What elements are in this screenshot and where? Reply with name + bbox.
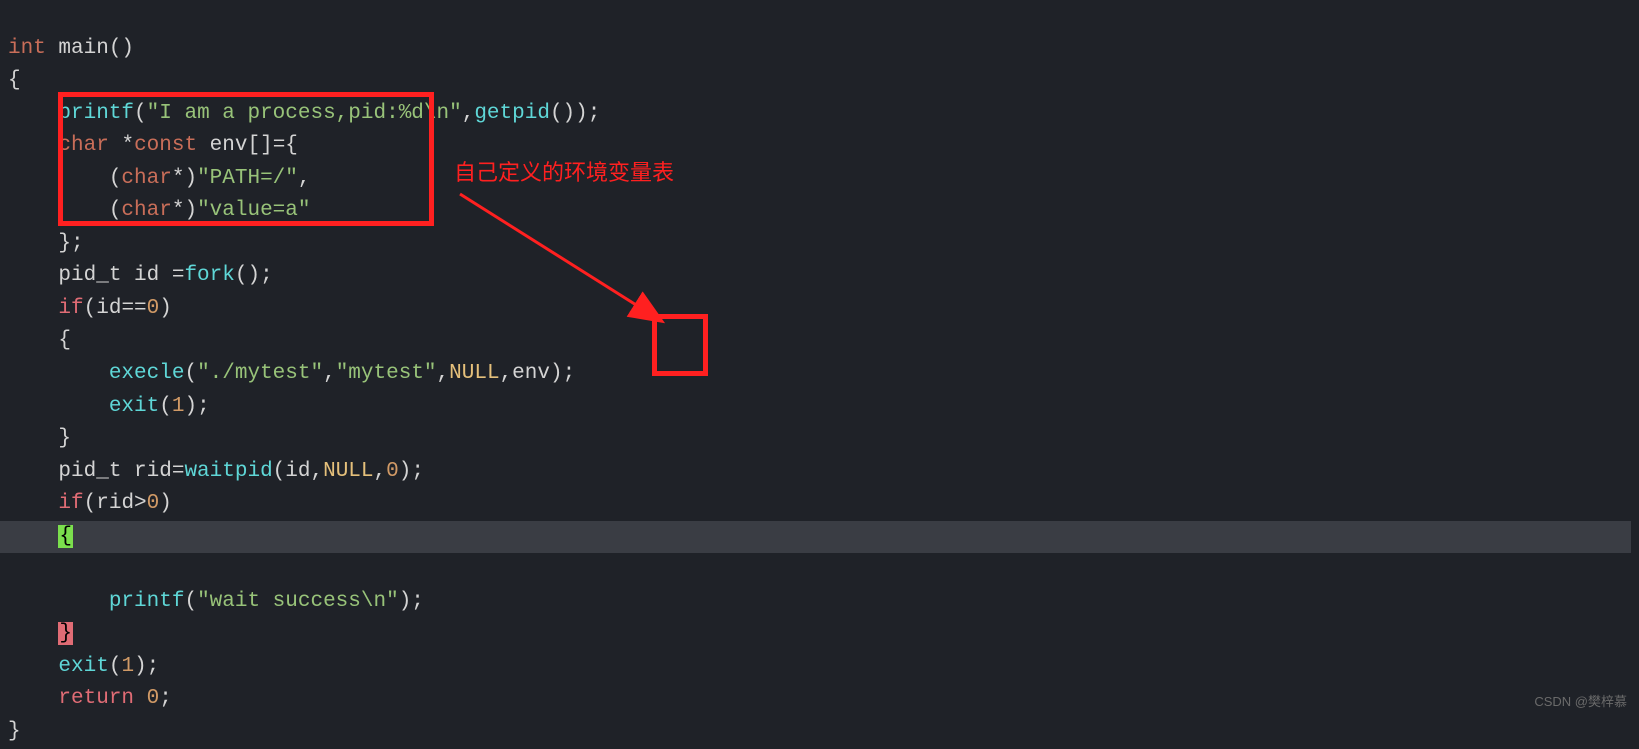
code-line: printf("I am a process,pid:%d\n",getpid(… [8, 102, 600, 125]
watermark: CSDN @樊梓慕 [1534, 692, 1627, 712]
code-line: pid_t rid=waitpid(id,NULL,0); [8, 460, 424, 483]
code-line: } [8, 720, 21, 743]
code-line: exit(1); [8, 395, 210, 418]
code-line: { [8, 69, 21, 92]
code-line: if(rid>0) [8, 492, 172, 515]
code-line: if(id==0) [8, 297, 172, 320]
code-line: execle("./mytest","mytest",NULL,env); [8, 362, 575, 385]
code-line: exit(1); [8, 655, 159, 678]
code-line: int main() [8, 37, 134, 60]
code-line: }; [8, 232, 84, 255]
highlighted-line: { [0, 521, 1631, 554]
code-line: { [8, 329, 71, 352]
code-line: pid_t id =fork(); [8, 264, 273, 287]
code-line: return 0; [8, 687, 172, 710]
annotation-text: 自己定义的环境变量表 [454, 156, 674, 190]
code-line: printf("wait success\n"); [8, 590, 424, 613]
code-line: char *const env[]={ [8, 134, 298, 157]
code-line: } [8, 622, 73, 645]
matching-brace-close: } [58, 622, 73, 645]
code-block: int main() { printf("I am a process,pid:… [0, 0, 1639, 749]
code-line: } [8, 427, 71, 450]
code-line: (char*)"value=a" [8, 199, 310, 222]
code-line: (char*)"PATH=/", [8, 167, 311, 190]
matching-brace-open: { [58, 525, 73, 548]
